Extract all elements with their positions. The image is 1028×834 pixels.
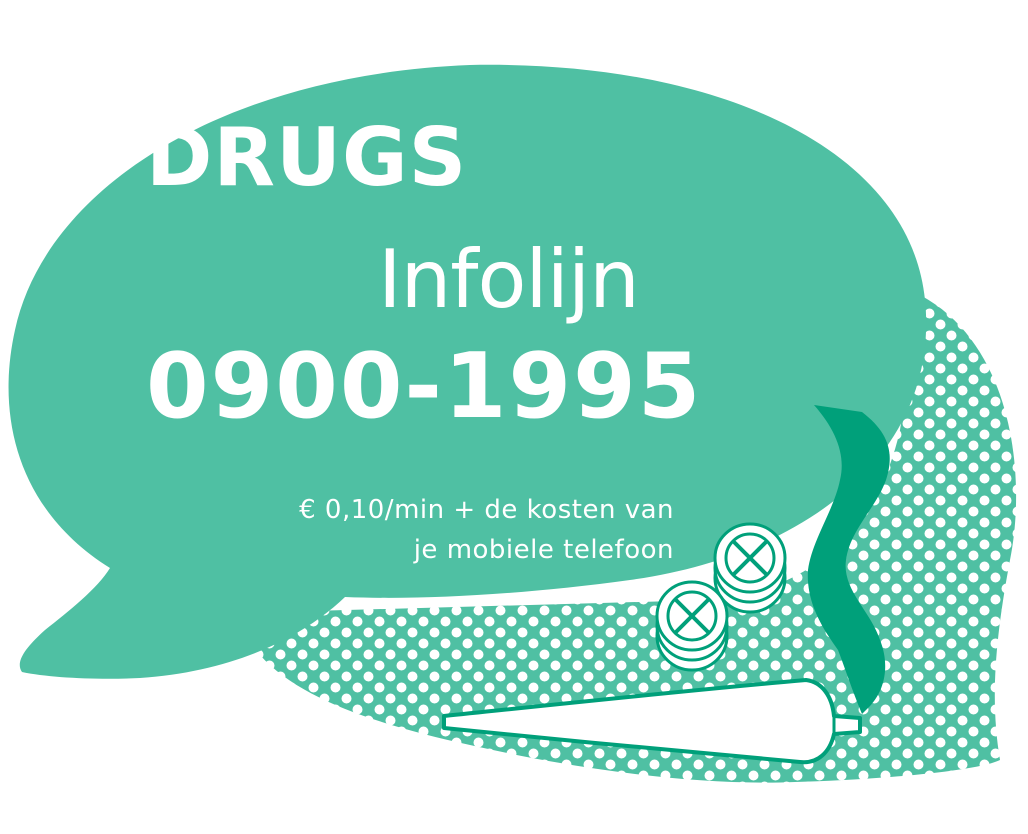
headline-drugs: DRUGS xyxy=(146,111,468,204)
phone-number: 0900-1995 xyxy=(146,334,703,439)
headline-infolijn: Infolijn xyxy=(378,233,640,326)
cost-note: € 0,10/min + de kosten van je mobiele te… xyxy=(299,490,674,570)
cost-note-line1: € 0,10/min + de kosten van xyxy=(299,495,674,525)
drugs-infolijn-poster: DRUGS Infolijn 0900-1995 € 0,10/min + de… xyxy=(0,0,1028,834)
cost-note-line2: je mobiele telefoon xyxy=(413,535,674,565)
